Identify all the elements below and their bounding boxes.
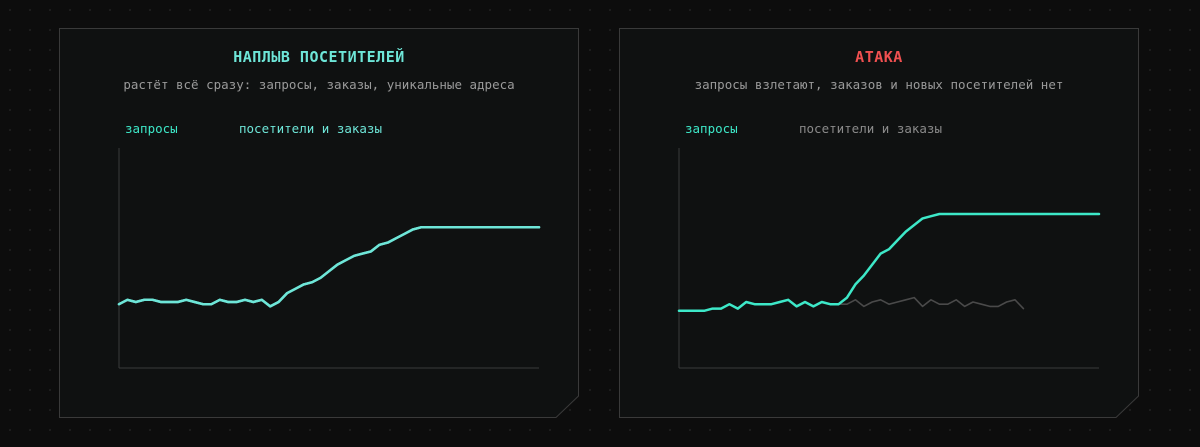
panel-attack: АТАКА запросы взлетают, заказов и новых … [619, 28, 1139, 418]
chart-surge [117, 148, 541, 369]
series-requests-line [117, 225, 541, 308]
chart-attack [677, 148, 1101, 369]
panel-surge: НАПЛЫВ ПОСЕТИТЕЛЕЙ растёт всё сразу: зап… [59, 28, 579, 418]
series-visitors-orders-line [117, 225, 541, 308]
series-requests-line [677, 212, 1101, 313]
